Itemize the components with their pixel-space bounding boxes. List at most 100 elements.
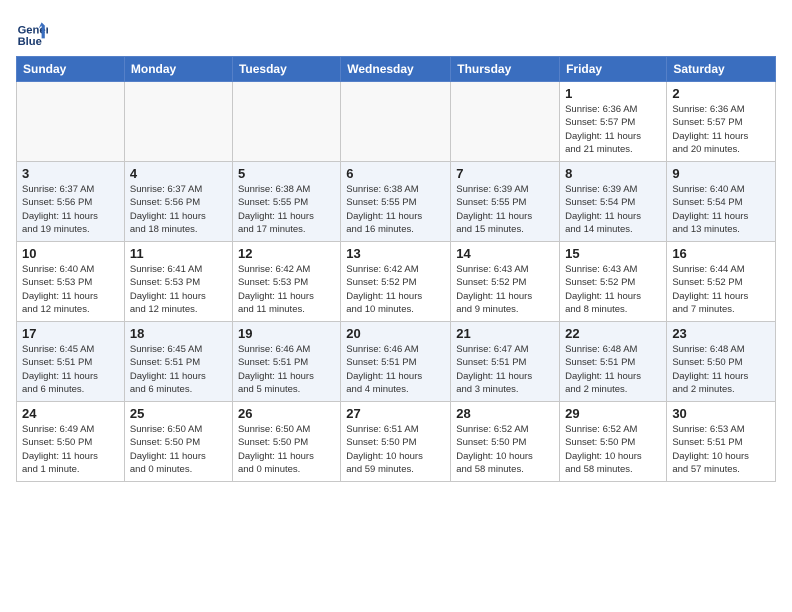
day-info: Sunrise: 6:46 AM Sunset: 5:51 PM Dayligh… xyxy=(346,343,445,396)
day-cell: 1 Sunrise: 6:36 AM Sunset: 5:57 PM Daylig… xyxy=(560,82,667,162)
day-number: 18 xyxy=(130,326,227,341)
day-info: Sunrise: 6:39 AM Sunset: 5:54 PM Dayligh… xyxy=(565,183,661,236)
day-info: Sunrise: 6:49 AM Sunset: 5:50 PM Dayligh… xyxy=(22,423,119,476)
day-cell: 28 Sunrise: 6:52 AM Sunset: 5:50 PM Dayli… xyxy=(451,402,560,482)
day-cell: 30 Sunrise: 6:53 AM Sunset: 5:51 PM Dayli… xyxy=(667,402,776,482)
day-info: Sunrise: 6:43 AM Sunset: 5:52 PM Dayligh… xyxy=(565,263,661,316)
day-info: Sunrise: 6:45 AM Sunset: 5:51 PM Dayligh… xyxy=(130,343,227,396)
day-cell: 10 Sunrise: 6:40 AM Sunset: 5:53 PM Dayli… xyxy=(17,242,125,322)
day-cell: 24 Sunrise: 6:49 AM Sunset: 5:50 PM Dayli… xyxy=(17,402,125,482)
day-info: Sunrise: 6:48 AM Sunset: 5:51 PM Dayligh… xyxy=(565,343,661,396)
day-number: 4 xyxy=(130,166,227,181)
day-number: 17 xyxy=(22,326,119,341)
day-number: 27 xyxy=(346,406,445,421)
day-info: Sunrise: 6:36 AM Sunset: 5:57 PM Dayligh… xyxy=(565,103,661,156)
day-number: 5 xyxy=(238,166,335,181)
logo: General Blue xyxy=(16,16,52,48)
calendar: SundayMondayTuesdayWednesdayThursdayFrid… xyxy=(16,56,776,482)
day-number: 2 xyxy=(672,86,770,101)
day-cell: 12 Sunrise: 6:42 AM Sunset: 5:53 PM Dayli… xyxy=(232,242,340,322)
day-info: Sunrise: 6:52 AM Sunset: 5:50 PM Dayligh… xyxy=(565,423,661,476)
day-number: 16 xyxy=(672,246,770,261)
day-cell: 19 Sunrise: 6:46 AM Sunset: 5:51 PM Dayli… xyxy=(232,322,340,402)
day-cell: 18 Sunrise: 6:45 AM Sunset: 5:51 PM Dayli… xyxy=(124,322,232,402)
day-number: 12 xyxy=(238,246,335,261)
day-cell: 20 Sunrise: 6:46 AM Sunset: 5:51 PM Dayli… xyxy=(341,322,451,402)
day-cell xyxy=(232,82,340,162)
day-cell xyxy=(124,82,232,162)
day-number: 29 xyxy=(565,406,661,421)
week-row-3: 10 Sunrise: 6:40 AM Sunset: 5:53 PM Dayli… xyxy=(17,242,776,322)
day-cell: 17 Sunrise: 6:45 AM Sunset: 5:51 PM Dayli… xyxy=(17,322,125,402)
day-number: 22 xyxy=(565,326,661,341)
day-info: Sunrise: 6:45 AM Sunset: 5:51 PM Dayligh… xyxy=(22,343,119,396)
day-cell: 13Sunrise: 6:42 AM Sunset: 5:52 PM Dayli… xyxy=(341,242,451,322)
day-cell: 7Sunrise: 6:39 AM Sunset: 5:55 PM Daylig… xyxy=(451,162,560,242)
week-row-2: 3Sunrise: 6:37 AM Sunset: 5:56 PM Daylig… xyxy=(17,162,776,242)
day-number: 25 xyxy=(130,406,227,421)
day-number: 24 xyxy=(22,406,119,421)
day-info: Sunrise: 6:36 AM Sunset: 5:57 PM Dayligh… xyxy=(672,103,770,156)
weekday-header-row: SundayMondayTuesdayWednesdayThursdayFrid… xyxy=(17,57,776,82)
day-number: 11 xyxy=(130,246,227,261)
day-number: 30 xyxy=(672,406,770,421)
day-number: 7 xyxy=(456,166,554,181)
day-info: Sunrise: 6:43 AM Sunset: 5:52 PM Dayligh… xyxy=(456,263,554,316)
day-number: 26 xyxy=(238,406,335,421)
day-info: Sunrise: 6:46 AM Sunset: 5:51 PM Dayligh… xyxy=(238,343,335,396)
day-cell xyxy=(17,82,125,162)
week-row-1: 1 Sunrise: 6:36 AM Sunset: 5:57 PM Daylig… xyxy=(17,82,776,162)
day-cell xyxy=(341,82,451,162)
day-info: Sunrise: 6:42 AM Sunset: 5:53 PM Dayligh… xyxy=(238,263,335,316)
day-number: 10 xyxy=(22,246,119,261)
weekday-friday: Friday xyxy=(560,57,667,82)
day-cell: 22 Sunrise: 6:48 AM Sunset: 5:51 PM Dayli… xyxy=(560,322,667,402)
day-cell: 5 Sunrise: 6:38 AM Sunset: 5:55 PM Daylig… xyxy=(232,162,340,242)
weekday-wednesday: Wednesday xyxy=(341,57,451,82)
day-info: Sunrise: 6:38 AM Sunset: 5:55 PM Dayligh… xyxy=(238,183,335,236)
day-number: 19 xyxy=(238,326,335,341)
day-number: 14 xyxy=(456,246,554,261)
day-info: Sunrise: 6:47 AM Sunset: 5:51 PM Dayligh… xyxy=(456,343,554,396)
day-cell: 25Sunrise: 6:50 AM Sunset: 5:50 PM Dayli… xyxy=(124,402,232,482)
day-cell: 4Sunrise: 6:37 AM Sunset: 5:56 PM Daylig… xyxy=(124,162,232,242)
page: General Blue SundayMondayTuesdayWednesda… xyxy=(0,0,792,492)
day-info: Sunrise: 6:48 AM Sunset: 5:50 PM Dayligh… xyxy=(672,343,770,396)
day-cell xyxy=(451,82,560,162)
day-cell: 21 Sunrise: 6:47 AM Sunset: 5:51 PM Dayli… xyxy=(451,322,560,402)
day-cell: 15 Sunrise: 6:43 AM Sunset: 5:52 PM Dayli… xyxy=(560,242,667,322)
week-row-4: 17 Sunrise: 6:45 AM Sunset: 5:51 PM Dayli… xyxy=(17,322,776,402)
day-number: 20 xyxy=(346,326,445,341)
day-info: Sunrise: 6:50 AM Sunset: 5:50 PM Dayligh… xyxy=(238,423,335,476)
day-cell: 2 Sunrise: 6:36 AM Sunset: 5:57 PM Daylig… xyxy=(667,82,776,162)
day-info: Sunrise: 6:40 AM Sunset: 5:54 PM Dayligh… xyxy=(672,183,770,236)
day-cell: 14 Sunrise: 6:43 AM Sunset: 5:52 PM Dayli… xyxy=(451,242,560,322)
day-number: 21 xyxy=(456,326,554,341)
day-info: Sunrise: 6:53 AM Sunset: 5:51 PM Dayligh… xyxy=(672,423,770,476)
day-number: 9 xyxy=(672,166,770,181)
day-number: 1 xyxy=(565,86,661,101)
day-info: Sunrise: 6:51 AM Sunset: 5:50 PM Dayligh… xyxy=(346,423,445,476)
day-cell: 3Sunrise: 6:37 AM Sunset: 5:56 PM Daylig… xyxy=(17,162,125,242)
day-cell: 9 Sunrise: 6:40 AM Sunset: 5:54 PM Daylig… xyxy=(667,162,776,242)
day-cell: 16Sunrise: 6:44 AM Sunset: 5:52 PM Dayli… xyxy=(667,242,776,322)
day-info: Sunrise: 6:37 AM Sunset: 5:56 PM Dayligh… xyxy=(22,183,119,236)
day-number: 6 xyxy=(346,166,445,181)
weekday-sunday: Sunday xyxy=(17,57,125,82)
header: General Blue xyxy=(16,16,776,48)
day-number: 15 xyxy=(565,246,661,261)
day-cell: 8Sunrise: 6:39 AM Sunset: 5:54 PM Daylig… xyxy=(560,162,667,242)
day-cell: 11 Sunrise: 6:41 AM Sunset: 5:53 PM Dayli… xyxy=(124,242,232,322)
logo-icon: General Blue xyxy=(16,16,48,48)
day-number: 28 xyxy=(456,406,554,421)
week-row-5: 24 Sunrise: 6:49 AM Sunset: 5:50 PM Dayli… xyxy=(17,402,776,482)
day-number: 13 xyxy=(346,246,445,261)
day-info: Sunrise: 6:52 AM Sunset: 5:50 PM Dayligh… xyxy=(456,423,554,476)
day-cell: 6Sunrise: 6:38 AM Sunset: 5:55 PM Daylig… xyxy=(341,162,451,242)
svg-text:Blue: Blue xyxy=(18,36,42,48)
weekday-thursday: Thursday xyxy=(451,57,560,82)
day-info: Sunrise: 6:41 AM Sunset: 5:53 PM Dayligh… xyxy=(130,263,227,316)
day-info: Sunrise: 6:40 AM Sunset: 5:53 PM Dayligh… xyxy=(22,263,119,316)
day-cell: 26 Sunrise: 6:50 AM Sunset: 5:50 PM Dayli… xyxy=(232,402,340,482)
weekday-saturday: Saturday xyxy=(667,57,776,82)
